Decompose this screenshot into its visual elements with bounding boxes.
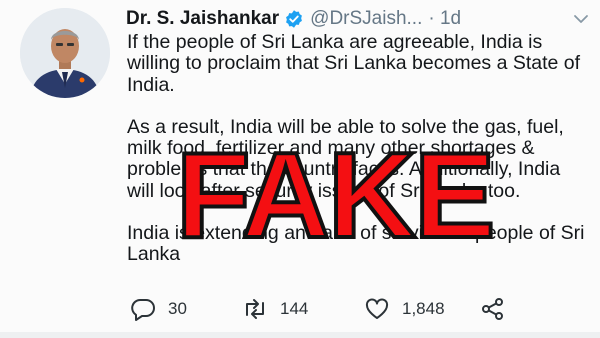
verified-badge-icon <box>286 10 303 28</box>
chevron-down-icon[interactable] <box>572 10 590 28</box>
tweet-header: Dr. S. Jaishankar @DrSJaish... · 1d <box>126 6 590 32</box>
share-button[interactable] <box>480 297 506 321</box>
heart-icon <box>365 298 389 319</box>
avatar[interactable] <box>20 8 110 98</box>
reply-icon <box>131 299 155 321</box>
like-button[interactable]: 1,848 <box>364 297 480 321</box>
avatar-image <box>20 8 110 98</box>
author-name[interactable]: Dr. S. Jaishankar <box>126 8 279 30</box>
tweet-timestamp[interactable]: · 1d <box>428 8 461 30</box>
reply-button[interactable]: 30 <box>130 297 242 321</box>
tweet-paragraph: If the people of Sri Lanka are agreeable… <box>127 31 581 96</box>
like-count: 1,848 <box>402 299 445 318</box>
tweet-card: Dr. S. Jaishankar @DrSJaish... · 1d If t… <box>0 0 600 332</box>
divider <box>0 332 600 338</box>
share-icon <box>482 298 503 320</box>
retweet-button[interactable]: 144 <box>242 297 364 321</box>
author-handle[interactable]: @DrSJaish... <box>310 8 422 30</box>
retweet-icon <box>246 299 264 319</box>
fake-stamp: FAKE <box>174 127 497 263</box>
reply-count: 30 <box>168 299 187 318</box>
retweet-count: 144 <box>280 299 309 318</box>
tweet-actions: 30 144 1,848 <box>130 296 506 322</box>
